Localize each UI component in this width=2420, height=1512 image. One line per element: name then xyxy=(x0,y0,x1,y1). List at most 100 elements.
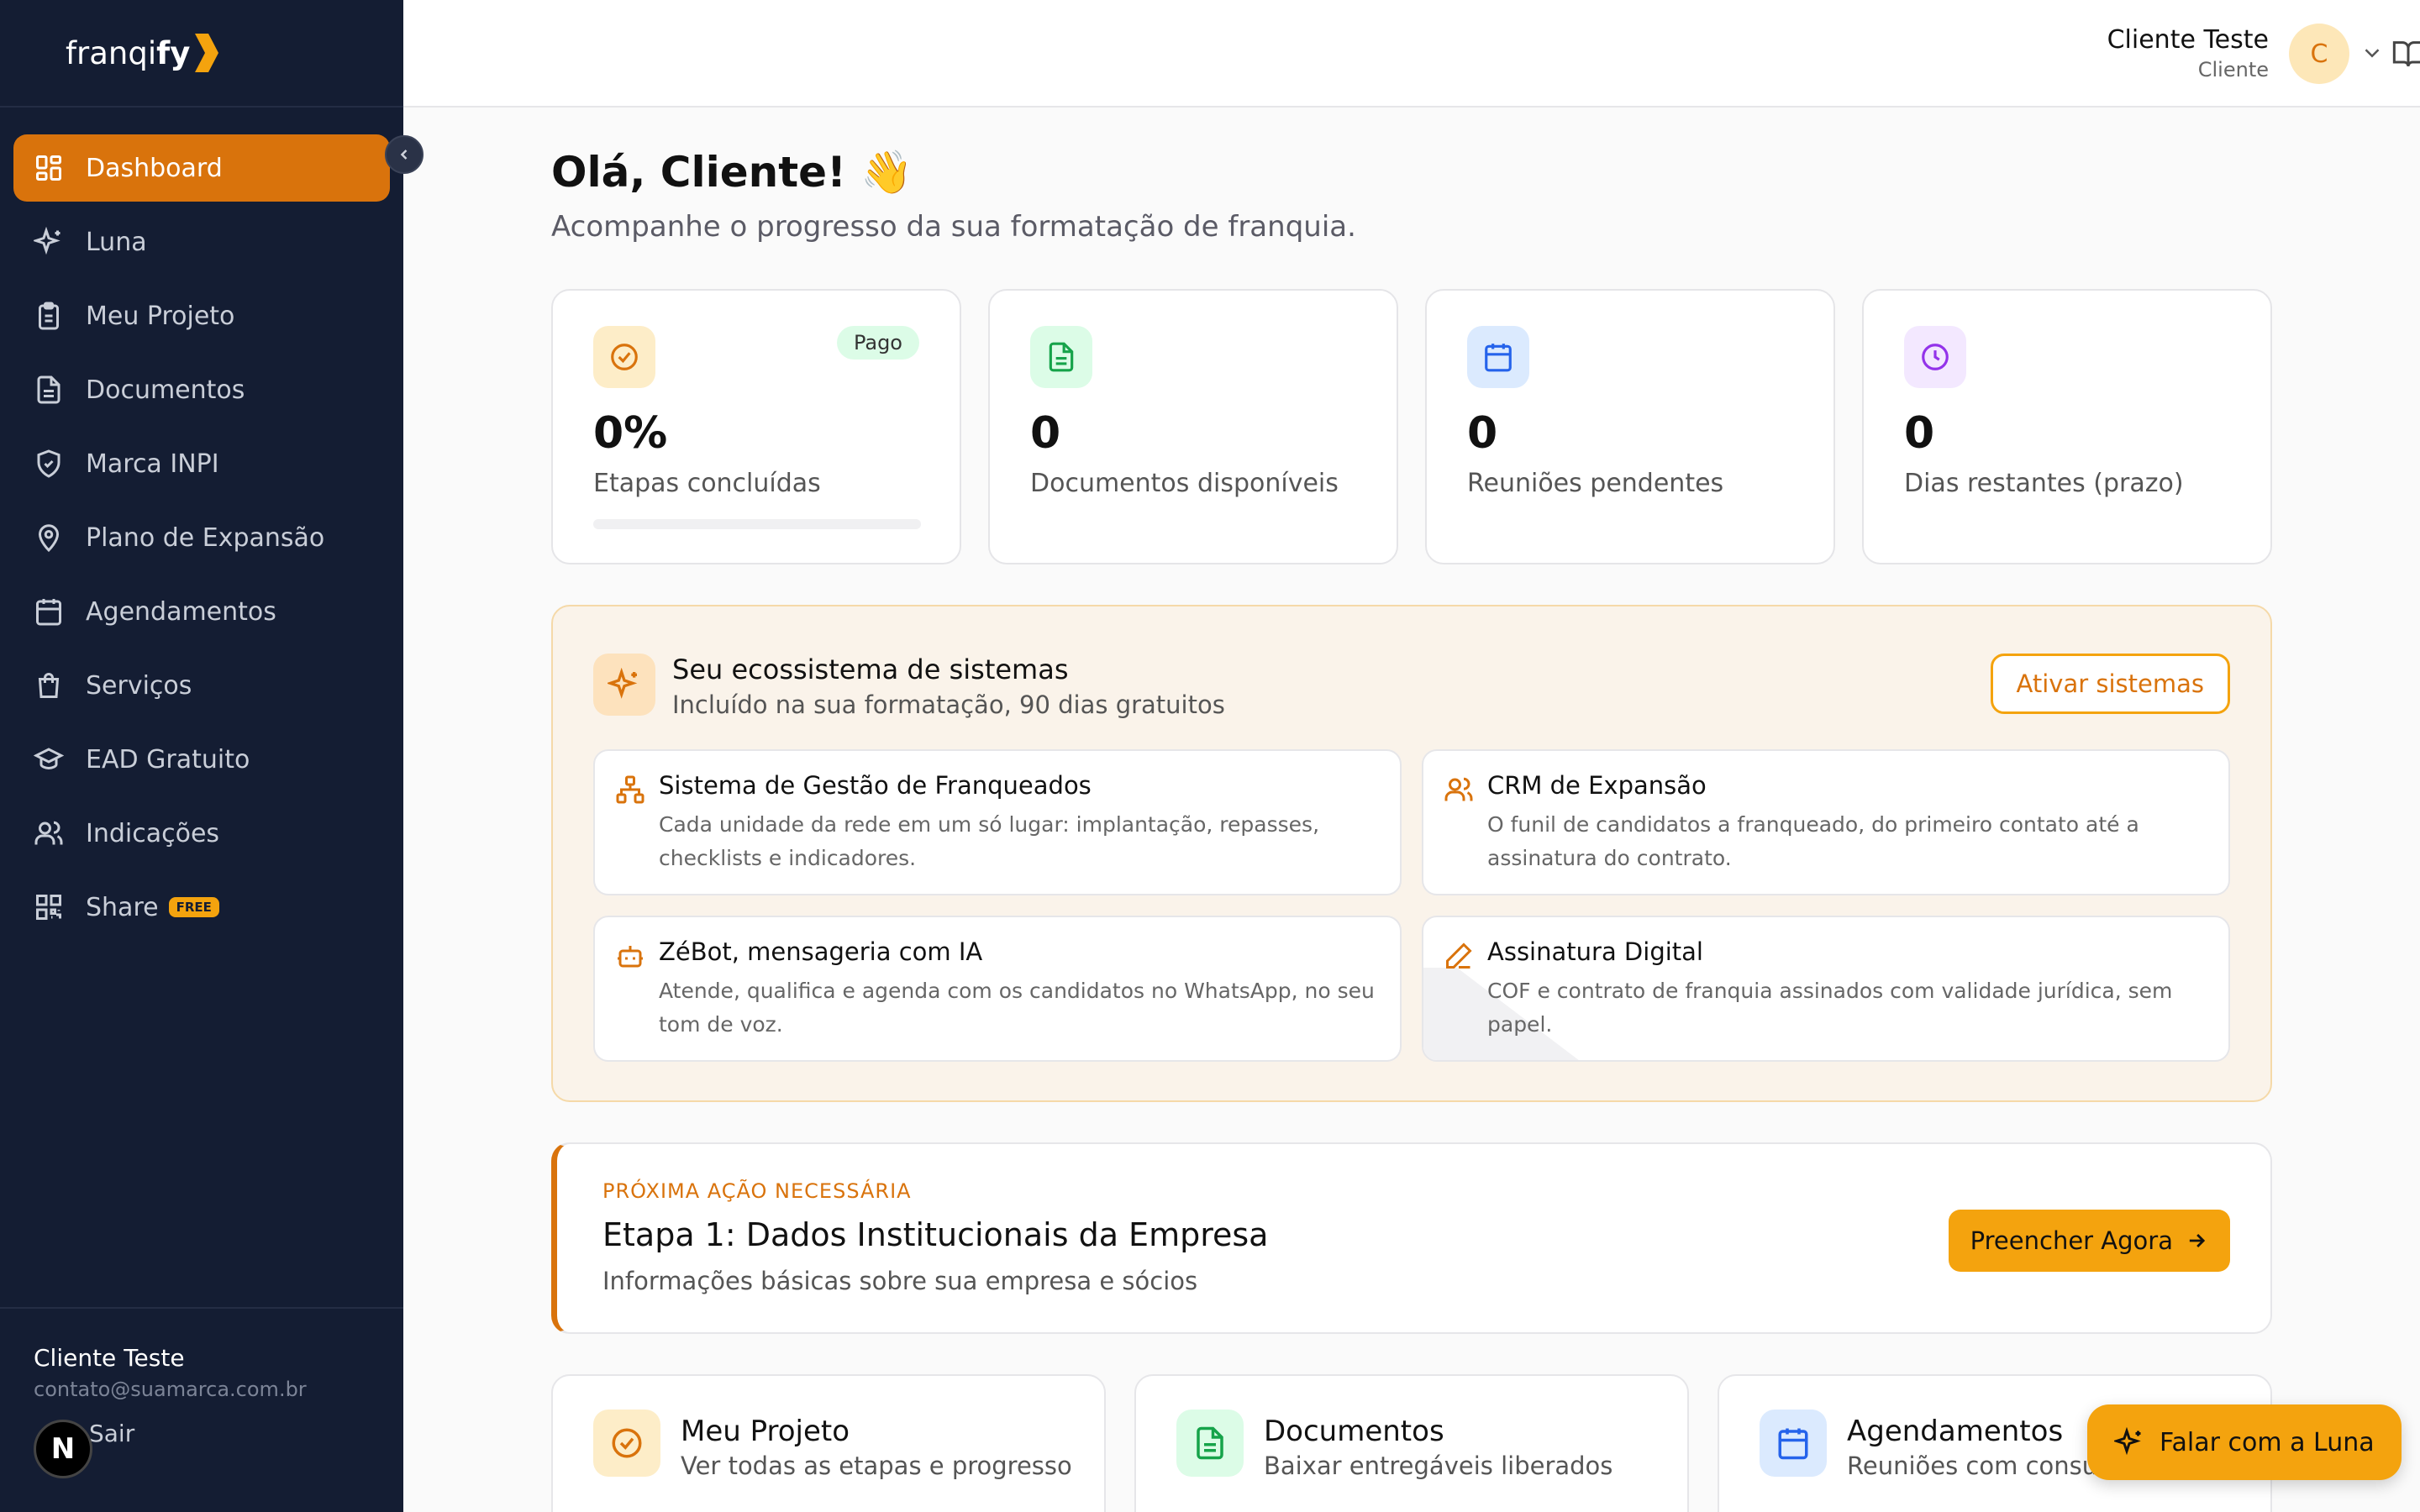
page-subtitle: Acompanhe o progresso da sua formatação … xyxy=(551,210,1356,244)
sparkles-icon xyxy=(34,227,60,255)
status-badge: Pago xyxy=(836,326,919,360)
eco-icon-wrap xyxy=(593,654,655,716)
users-icon xyxy=(1444,777,1473,801)
activate-systems-button[interactable]: Ativar sistemas xyxy=(1990,654,2230,714)
sidebar-footer-divider xyxy=(0,1307,403,1309)
network-icon xyxy=(616,775,644,804)
talk-to-luna-label: Falar com a Luna xyxy=(2160,1427,2375,1457)
chevron-down-icon[interactable] xyxy=(2360,40,2385,66)
sidebar-item-label: Indicações xyxy=(86,818,220,848)
sidebar-user-email: contato@suamarca.com.br xyxy=(34,1378,307,1401)
system-card-zebot[interactable]: ZéBot, mensageria com IA Atende, qualifi… xyxy=(593,916,1402,1062)
stat-icon-wrap xyxy=(1467,326,1529,388)
system-card-crm[interactable]: CRM de Expansão O funil de candidatos a … xyxy=(1422,749,2230,895)
header-user-role: Cliente xyxy=(2197,58,2269,81)
sidebar-item-dashboard[interactable]: Dashboard xyxy=(13,134,390,202)
talk-to-luna-button[interactable]: Falar com a Luna xyxy=(2087,1404,2402,1480)
stat-label: Etapas concluídas xyxy=(593,469,821,498)
sidebar-item-label: Share xyxy=(86,892,159,922)
sidebar-item-servicos[interactable]: Serviços xyxy=(13,652,390,719)
stat-label: Reuniões pendentes xyxy=(1467,469,1724,498)
quick-link-desc: Baixar entregáveis liberados xyxy=(1264,1452,1613,1480)
sidebar-item-label: Marca INPI xyxy=(86,449,219,479)
stat-card-reunioes: 0 Reuniões pendentes xyxy=(1425,289,1835,564)
calendar-icon xyxy=(1778,1428,1808,1460)
stat-value: 0% xyxy=(593,408,668,459)
quick-icon-wrap xyxy=(1176,1410,1244,1477)
stat-card-etapas: Pago 0% Etapas concluídas xyxy=(551,289,961,564)
quick-link-meu-projeto[interactable]: Meu Projeto Ver todas as etapas e progre… xyxy=(551,1374,1106,1512)
ecosystem-title: Seu ecossistema de sistemas xyxy=(672,654,1069,685)
sidebar-item-indicacoes[interactable]: Indicações xyxy=(13,800,390,867)
users-icon xyxy=(34,821,63,845)
qr-code-icon xyxy=(36,895,61,920)
n-badge[interactable]: N xyxy=(34,1420,92,1478)
graduation-cap-icon xyxy=(34,748,64,770)
progress-bar xyxy=(593,519,921,529)
pen-icon xyxy=(1446,942,1472,969)
bot-icon xyxy=(618,946,643,968)
stat-icon-wrap xyxy=(1904,326,1966,388)
logo-text-bold: fy xyxy=(156,34,191,71)
sidebar-item-label: Documentos xyxy=(86,375,245,405)
stat-icon-wrap xyxy=(593,326,655,388)
sidebar-item-share[interactable]: Share FREE xyxy=(13,874,390,941)
stat-value: 0 xyxy=(1030,408,1061,459)
system-title: ZéBot, mensageria com IA xyxy=(659,937,983,966)
sidebar-item-label: Serviços xyxy=(86,670,192,701)
clipboard-icon xyxy=(39,302,59,330)
sidebar-item-label: Agendamentos xyxy=(86,596,276,627)
quick-link-title: Agendamentos xyxy=(1847,1415,2064,1448)
system-card-gestao[interactable]: Sistema de Gestão de Franqueados Cada un… xyxy=(593,749,1402,895)
stat-value: 0 xyxy=(1467,408,1498,459)
quick-link-documentos[interactable]: Documentos Baixar entregáveis liberados xyxy=(1134,1374,1689,1512)
document-icon xyxy=(37,375,60,404)
sidebar-divider xyxy=(0,106,403,108)
header-user-info[interactable]: Cliente Teste Cliente xyxy=(2107,25,2269,81)
book-open-icon[interactable] xyxy=(2391,37,2420,71)
page-title: Olá, Cliente! 👋 xyxy=(551,148,913,197)
quick-link-desc: Ver todas as etapas e progresso xyxy=(681,1452,1072,1480)
next-action-desc: Informações básicas sobre sua empresa e … xyxy=(602,1267,1198,1295)
check-circle-icon xyxy=(612,1428,642,1458)
system-desc: Cada unidade da rede em um só lugar: imp… xyxy=(659,812,1320,870)
fill-now-label: Preencher Agora xyxy=(1970,1226,2173,1255)
next-action-eyebrow: PRÓXIMA AÇÃO NECESSÁRIA xyxy=(602,1179,912,1203)
quick-link-title: Meu Projeto xyxy=(681,1415,850,1448)
sparkles-icon xyxy=(608,668,638,699)
sidebar-item-plano-expansao[interactable]: Plano de Expansão xyxy=(13,504,390,571)
document-icon xyxy=(1197,1426,1223,1460)
dashboard-grid-icon xyxy=(36,155,61,181)
avatar[interactable]: C xyxy=(2289,24,2349,84)
system-title: Assinatura Digital xyxy=(1487,937,1703,966)
sidebar-item-agendamentos[interactable]: Agendamentos xyxy=(13,578,390,645)
sidebar-item-documentos[interactable]: Documentos xyxy=(13,356,390,423)
system-desc: COF e contrato de franquia assinados com… xyxy=(1487,979,2173,1037)
sidebar-item-label: EAD Gratuito xyxy=(86,744,250,774)
sidebar-item-meu-projeto[interactable]: Meu Projeto xyxy=(13,282,390,349)
sparkles-icon xyxy=(2114,1427,2141,1456)
top-header: Cliente Teste Cliente xyxy=(403,0,2420,108)
fill-now-button[interactable]: Preencher Agora xyxy=(1948,1210,2230,1272)
sidebar-item-marca-inpi[interactable]: Marca INPI xyxy=(13,430,390,497)
map-pin-icon xyxy=(38,524,60,553)
sidebar-item-ead-gratuito[interactable]: EAD Gratuito xyxy=(13,726,390,793)
system-desc: Atende, qualifica e agenda com os candid… xyxy=(659,979,1375,1037)
shopping-bag-icon xyxy=(38,673,60,698)
sidebar-item-luna[interactable]: Luna xyxy=(13,208,390,276)
ecosystem-panel: Seu ecossistema de sistemas Incluído na … xyxy=(551,605,2272,1102)
system-card-assinatura[interactable]: Assinatura Digital COF e contrato de fra… xyxy=(1422,916,2230,1062)
check-circle-icon xyxy=(611,344,638,370)
logo-text-light: franqi xyxy=(66,34,157,71)
stat-icon-wrap xyxy=(1030,326,1092,388)
chevron-left-icon xyxy=(400,150,408,160)
system-desc: O funil de candidatos a franqueado, do p… xyxy=(1487,812,2139,870)
collapse-sidebar-button[interactable] xyxy=(385,135,424,174)
calendar-icon xyxy=(1485,344,1512,372)
franqify-logo[interactable]: franqi fy xyxy=(66,32,220,74)
sidebar-item-label: Plano de Expansão xyxy=(86,522,325,553)
quick-link-title: Documentos xyxy=(1264,1415,1444,1448)
header-user-name: Cliente Teste xyxy=(2107,25,2269,55)
sidebar-item-label: Meu Projeto xyxy=(86,301,235,331)
stat-card-documentos: 0 Documentos disponíveis xyxy=(988,289,1398,564)
